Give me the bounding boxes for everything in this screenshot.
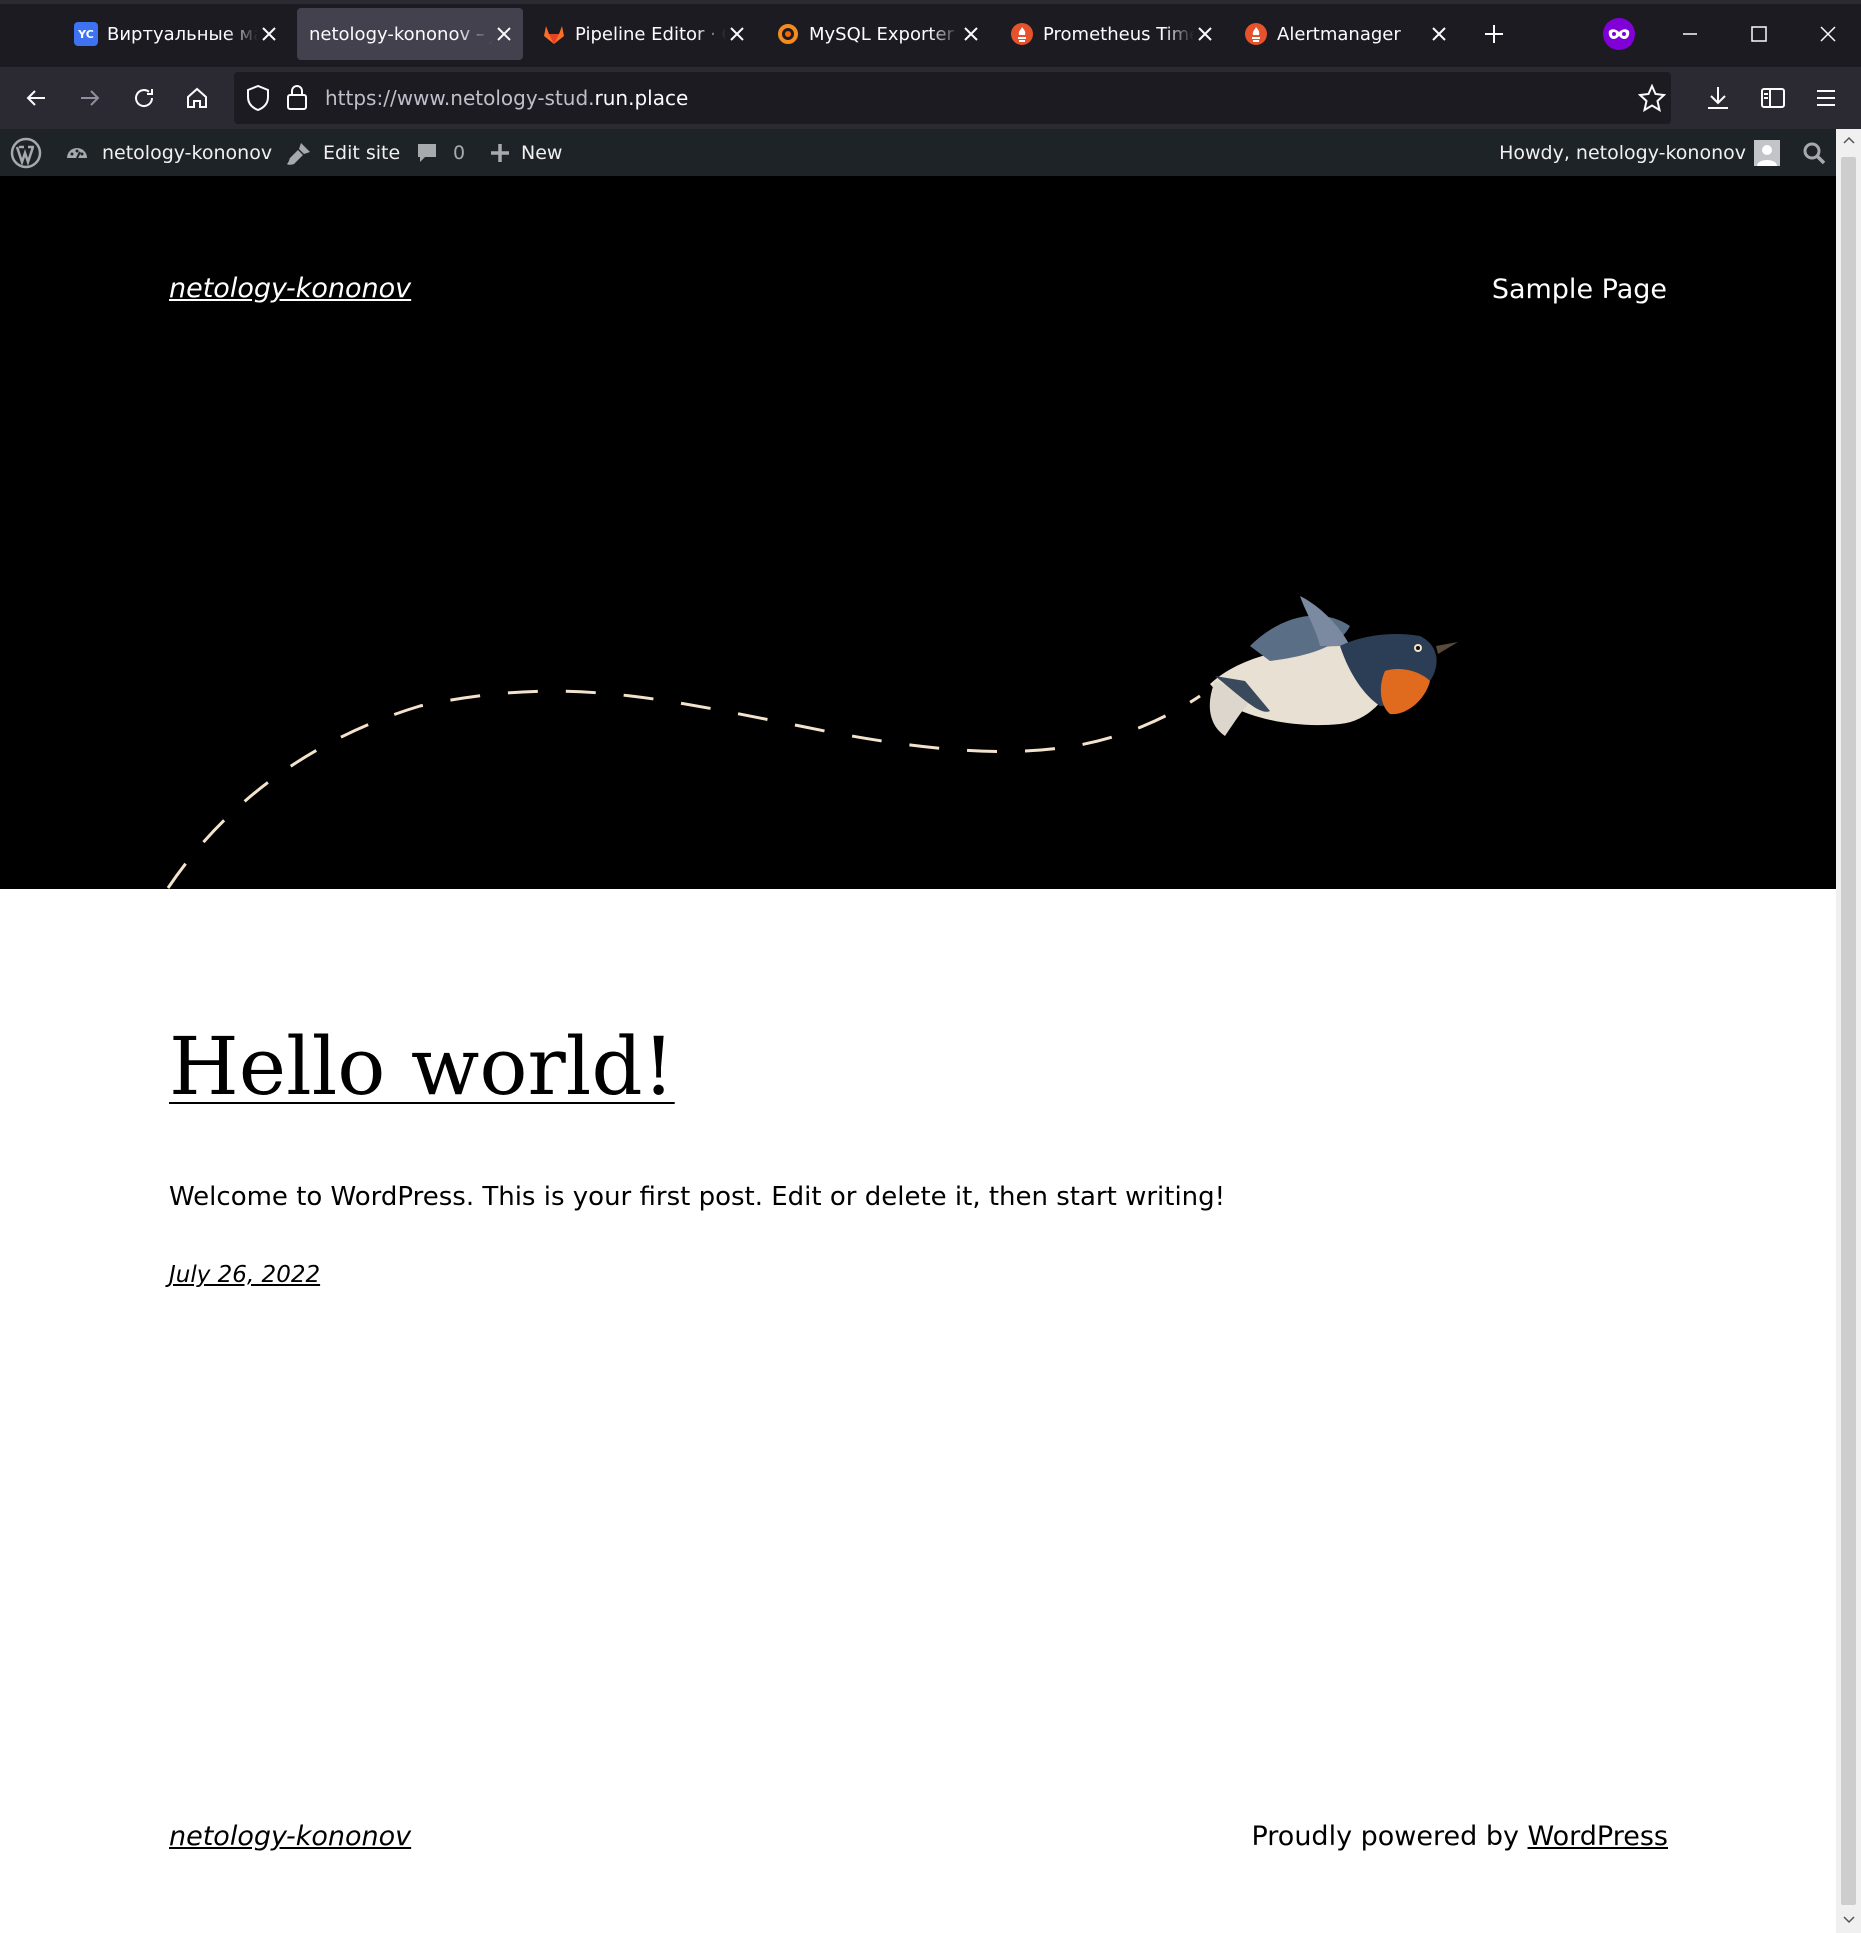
tab-close-icon[interactable]: [1194, 23, 1216, 45]
adminbar-comments[interactable]: 0: [415, 129, 465, 176]
adminbar-edit-site-label: Edit site: [323, 141, 401, 164]
tracking-protection-shield-icon[interactable]: [245, 84, 271, 116]
tab-title: netology-kononov – Just another WordPres…: [309, 23, 493, 45]
tab-prometheus[interactable]: Prometheus Time Series: [998, 8, 1224, 60]
prometheus-icon: [1010, 22, 1034, 46]
tab-title: Pipeline Editor · GitLab: [575, 23, 726, 45]
post-date-link[interactable]: July 26, 2022: [169, 1262, 320, 1288]
tab-close-icon[interactable]: [960, 23, 982, 45]
adminbar-howdy-label: Howdy, netology-kononov: [1499, 141, 1746, 164]
tab-title: Alertmanager: [1277, 23, 1401, 45]
url-domain: run.place: [594, 86, 689, 110]
sidebar-toggle-icon[interactable]: [1753, 78, 1793, 118]
adminbar-my-account[interactable]: Howdy, netology-kononov: [1499, 129, 1780, 176]
scrollbar-thumb[interactable]: [1841, 157, 1856, 1905]
tab-mysql-exporter[interactable]: MySQL Exporter Quickstart: [764, 8, 990, 60]
new-tab-button[interactable]: [1474, 14, 1514, 54]
wp-admin-bar: netology-kononov Edit site 0 New Howdy, …: [0, 129, 1836, 176]
scroll-down-arrow-icon[interactable]: [1841, 1912, 1856, 1928]
footer-wordpress-link[interactable]: WordPress: [1528, 1821, 1668, 1852]
url-prefix: https://www.netology-stud.: [325, 86, 595, 110]
adminbar-new-label: New: [521, 141, 563, 164]
adminbar-comments-count: 0: [453, 141, 466, 164]
footer-site-title-link[interactable]: netology-kononov: [169, 1821, 411, 1852]
wordpress-logo-icon[interactable]: [10, 129, 42, 176]
page-scrollbar[interactable]: [1836, 129, 1861, 1933]
post-title-link[interactable]: Hello world!: [169, 1020, 675, 1113]
comment-icon: [415, 141, 439, 165]
bookmark-star-icon[interactable]: [1637, 83, 1667, 116]
tab-close-icon[interactable]: [258, 23, 280, 45]
dashed-flight-path: [166, 689, 1201, 889]
tab-yandex-cloud[interactable]: YC Виртуальные машины: [62, 8, 288, 60]
browser-navigation-bar: https://www.netology-stud.run.place: [0, 67, 1861, 129]
post-excerpt: Welcome to WordPress. This is your first…: [169, 1182, 1226, 1212]
tab-close-icon[interactable]: [493, 23, 515, 45]
reload-button[interactable]: [124, 78, 164, 118]
adminbar-new[interactable]: New: [489, 129, 562, 176]
tab-strip-top: [0, 0, 1861, 4]
tab-close-icon[interactable]: [1428, 23, 1450, 45]
grafana-icon: [776, 22, 800, 46]
footer-credit-prefix: Proudly powered by: [1251, 1821, 1528, 1852]
tab-gitlab-pipeline[interactable]: Pipeline Editor · GitLab: [530, 8, 756, 60]
private-browsing-icon: [1599, 14, 1639, 54]
adminbar-edit-site[interactable]: Edit site: [285, 129, 400, 176]
scroll-up-arrow-icon[interactable]: [1841, 132, 1856, 148]
adminbar-site-name[interactable]: netology-kononov: [64, 129, 272, 176]
tab-alertmanager[interactable]: Alertmanager: [1232, 8, 1458, 60]
url-bar[interactable]: https://www.netology-stud.run.place: [234, 72, 1671, 124]
flight-path-illustration: [166, 596, 1458, 889]
prometheus-icon: [1244, 22, 1268, 46]
tab-title: MySQL Exporter Quickstart: [809, 23, 960, 45]
tab-title: Виртуальные машины: [107, 23, 258, 45]
lock-icon[interactable]: [286, 83, 308, 115]
site-header-hero: netology-kononov Sample Page: [0, 176, 1836, 889]
adminbar-search-icon[interactable]: [1802, 129, 1826, 176]
close-window-button[interactable]: [1808, 14, 1848, 54]
home-button[interactable]: [177, 78, 217, 118]
bird-illustration: [1209, 596, 1458, 736]
minimize-button[interactable]: [1670, 14, 1710, 54]
avatar: [1754, 139, 1780, 166]
tab-close-icon[interactable]: [726, 23, 748, 45]
forward-button[interactable]: [70, 78, 110, 118]
gitlab-icon: [542, 22, 566, 46]
url-text[interactable]: https://www.netology-stud.run.place: [325, 86, 688, 110]
footer-credit: Proudly powered by WordPress: [1251, 1821, 1668, 1852]
downloads-icon[interactable]: [1698, 78, 1738, 118]
maximize-button[interactable]: [1739, 14, 1779, 54]
browser-tab-bar: YC Виртуальные машины netology-kononov –…: [0, 0, 1861, 67]
tab-title: Prometheus Time Series: [1043, 23, 1194, 45]
yc-icon-text: YC: [77, 28, 94, 41]
adminbar-site-name-label: netology-kononov: [102, 141, 273, 164]
app-menu-icon[interactable]: [1806, 78, 1846, 118]
dashboard-icon: [64, 140, 90, 166]
brush-icon: [285, 140, 313, 166]
back-button[interactable]: [16, 78, 56, 118]
plus-icon: [489, 142, 511, 164]
yc-icon: YC: [74, 22, 98, 46]
tab-wordpress-site[interactable]: netology-kononov – Just another WordPres…: [297, 8, 523, 60]
